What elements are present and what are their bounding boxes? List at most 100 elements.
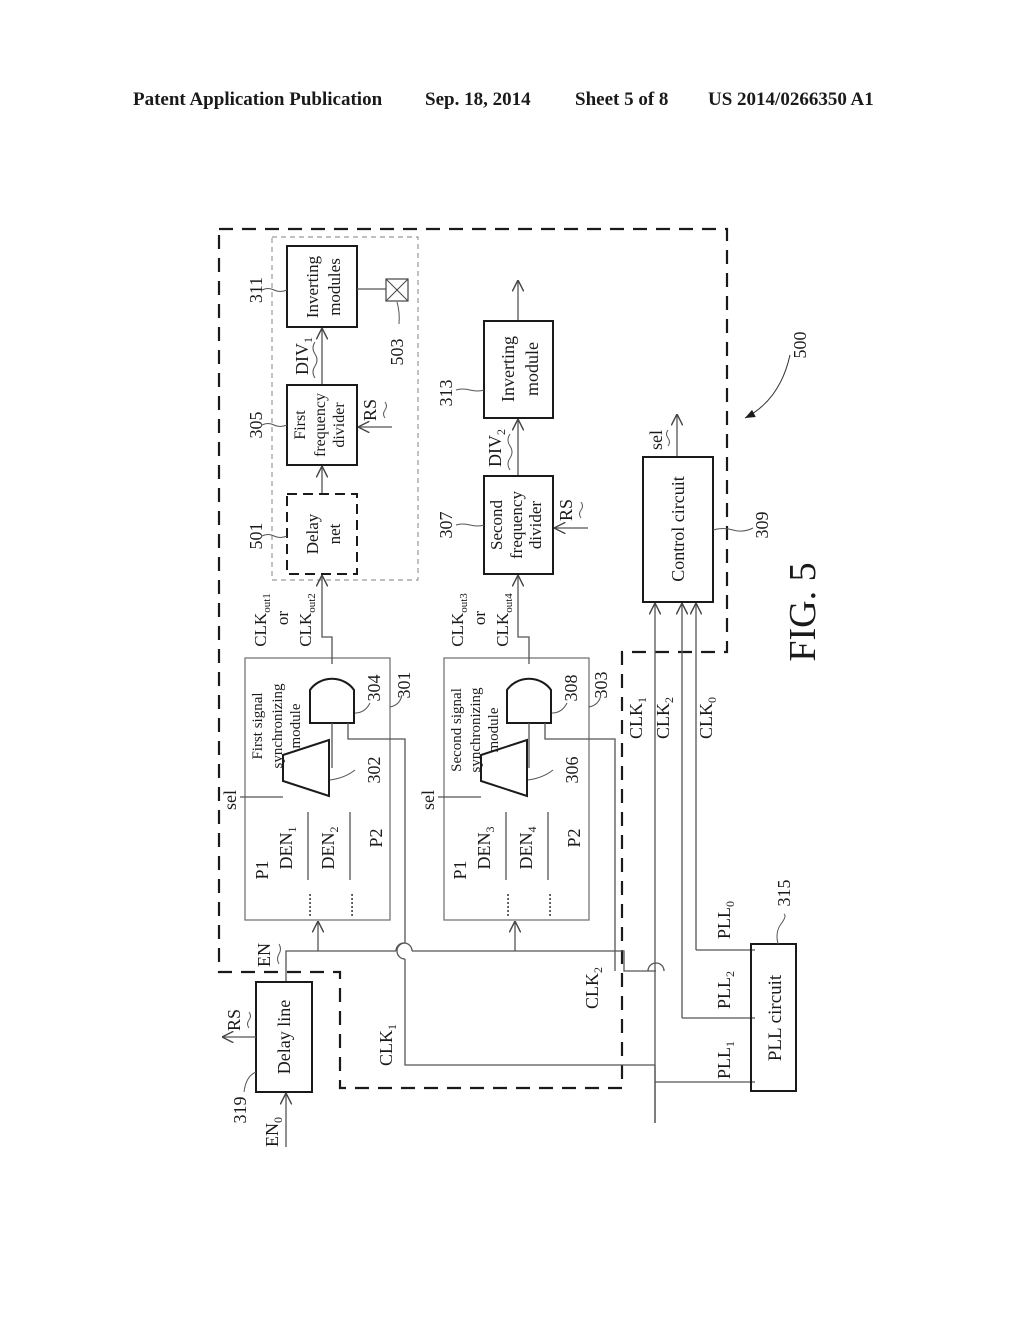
clkout3-label: CLKout3 [448, 593, 470, 647]
sel-label-1: sel [220, 790, 240, 810]
second-divider-label-2: frequency [507, 491, 526, 559]
clk1-label-bottom: CLK1 [376, 1024, 399, 1066]
first-sync-label-1: First signal [250, 692, 266, 759]
first-frequency-divider-block: First frequency divider [286, 384, 358, 466]
ref-304: 304 [364, 675, 384, 702]
or-label-2: or [470, 611, 489, 626]
inverting-module-block: Inverting module [483, 320, 554, 419]
rs-output-label: RS [224, 1009, 244, 1031]
clk2-label-bottom: CLK2 [582, 967, 605, 1009]
inverting-module-label-1: Inverting [498, 336, 518, 402]
ref-307: 307 [436, 512, 456, 539]
clk2-label-top: CLK2 [653, 697, 676, 739]
ref-315: 315 [774, 880, 794, 907]
gate304-output-wire [322, 575, 333, 664]
rs-label-1: RS [360, 399, 380, 421]
ref-306: 306 [562, 757, 582, 784]
clkout4-label: CLKout4 [493, 593, 515, 647]
rs-tilde-2 [579, 501, 583, 519]
second-divider-label-3: divider [526, 501, 545, 549]
ref-302: 302 [364, 757, 384, 784]
leader-313 [455, 388, 485, 392]
gate308-output-wire [518, 575, 530, 664]
ref-319: 319 [230, 1097, 250, 1124]
rs-output-tilde [247, 1011, 251, 1029]
first-divider-label-3: divider [331, 402, 348, 448]
leader-302 [329, 769, 356, 781]
second-divider-label-1: Second [487, 499, 506, 550]
pll-circuit-block: PLL circuit [750, 943, 797, 1092]
second-frequency-divider-block: Second frequency divider [483, 475, 554, 575]
div2-label: DIV2 [485, 429, 508, 467]
clk1-label-top: CLK1 [626, 697, 649, 739]
leader-307 [455, 523, 485, 527]
ref-303: 303 [591, 672, 611, 699]
clkout1-label: CLKout1 [251, 593, 273, 647]
en0-label: EN0 [262, 1117, 285, 1147]
dots-2a: ...... [496, 893, 513, 917]
delay-line-block: Delay line [255, 981, 313, 1093]
ref-308: 308 [561, 675, 581, 702]
den2-label: DEN2 [318, 827, 341, 870]
delay-net-label-2: net [325, 523, 344, 544]
en-wire-b [412, 950, 656, 972]
sel-label-2: sel [418, 790, 438, 810]
or-label-1: or [273, 611, 292, 626]
sel-tilde [666, 429, 670, 447]
pad-503-icon [385, 278, 409, 302]
inverting-modules-label-2: modules [325, 258, 344, 316]
figure-caption: FIG. 5 [782, 562, 824, 661]
control-circuit-label: Control circuit [668, 476, 688, 581]
sel-output-label: sel [646, 430, 666, 450]
ref-500: 500 [790, 332, 810, 359]
second-sync-label-3: module [486, 707, 502, 752]
ref-503: 503 [387, 339, 407, 366]
first-divider-label-2: frequency [312, 393, 329, 457]
clk-jumper-2 [647, 962, 665, 972]
den1-label: DEN1 [276, 827, 299, 870]
circuit-diagram: Inverting modules 311 503 DIV1 First fre… [217, 227, 824, 1147]
dots-2b: ...... [538, 893, 555, 917]
pll2-label: PLL2 [714, 971, 737, 1009]
delay-net-block: Delay net [286, 493, 358, 575]
div1-tilde [312, 341, 318, 379]
rs-label-2: RS [556, 499, 576, 521]
p1-label-1: P1 [252, 860, 272, 879]
den4-label: DEN4 [516, 827, 539, 870]
p1-label-2: P1 [450, 860, 470, 879]
rs-tilde-1 [383, 401, 387, 419]
clk1-wire-bottom [404, 959, 655, 1066]
inverting-module-label-2: module [522, 342, 542, 396]
and-gate-304-icon [309, 677, 355, 724]
ref-309: 309 [752, 512, 772, 539]
en-tilde [277, 943, 281, 965]
second-sync-label-1: Second signal [449, 688, 465, 772]
pll-circuit-label: PLL circuit [765, 974, 786, 1061]
leader-308 [551, 702, 568, 714]
div1-label: DIV1 [292, 337, 315, 375]
pll0-label: PLL0 [714, 901, 737, 939]
delay-net-label-1: Delay [303, 513, 322, 554]
clk0-label-top: CLK0 [696, 697, 719, 739]
inverting-modules-label-1: Inverting [303, 255, 322, 318]
leader-306 [527, 769, 554, 781]
inverting-modules-block: Inverting modules [286, 245, 358, 328]
leader-315 [776, 913, 786, 945]
leader-503 [396, 301, 400, 325]
en-label: EN [254, 943, 274, 967]
first-sync-label-3: module [288, 703, 304, 748]
ref-313: 313 [436, 380, 456, 407]
den3-label: DEN3 [474, 827, 497, 870]
leader-309 [712, 527, 754, 532]
first-divider-label-1: First [292, 410, 309, 440]
p2-label-1: P2 [366, 828, 386, 847]
leader-304 [354, 702, 371, 714]
div2-tilde [507, 433, 513, 471]
p2-label-2: P2 [564, 828, 584, 847]
ref-500-arrow [744, 354, 791, 419]
ref-301: 301 [394, 672, 414, 699]
dots-1a: ...... [298, 893, 315, 917]
control-circuit-block: Control circuit [642, 456, 714, 603]
and-gate-308-icon [506, 677, 552, 724]
leader-319 [243, 1071, 257, 1093]
